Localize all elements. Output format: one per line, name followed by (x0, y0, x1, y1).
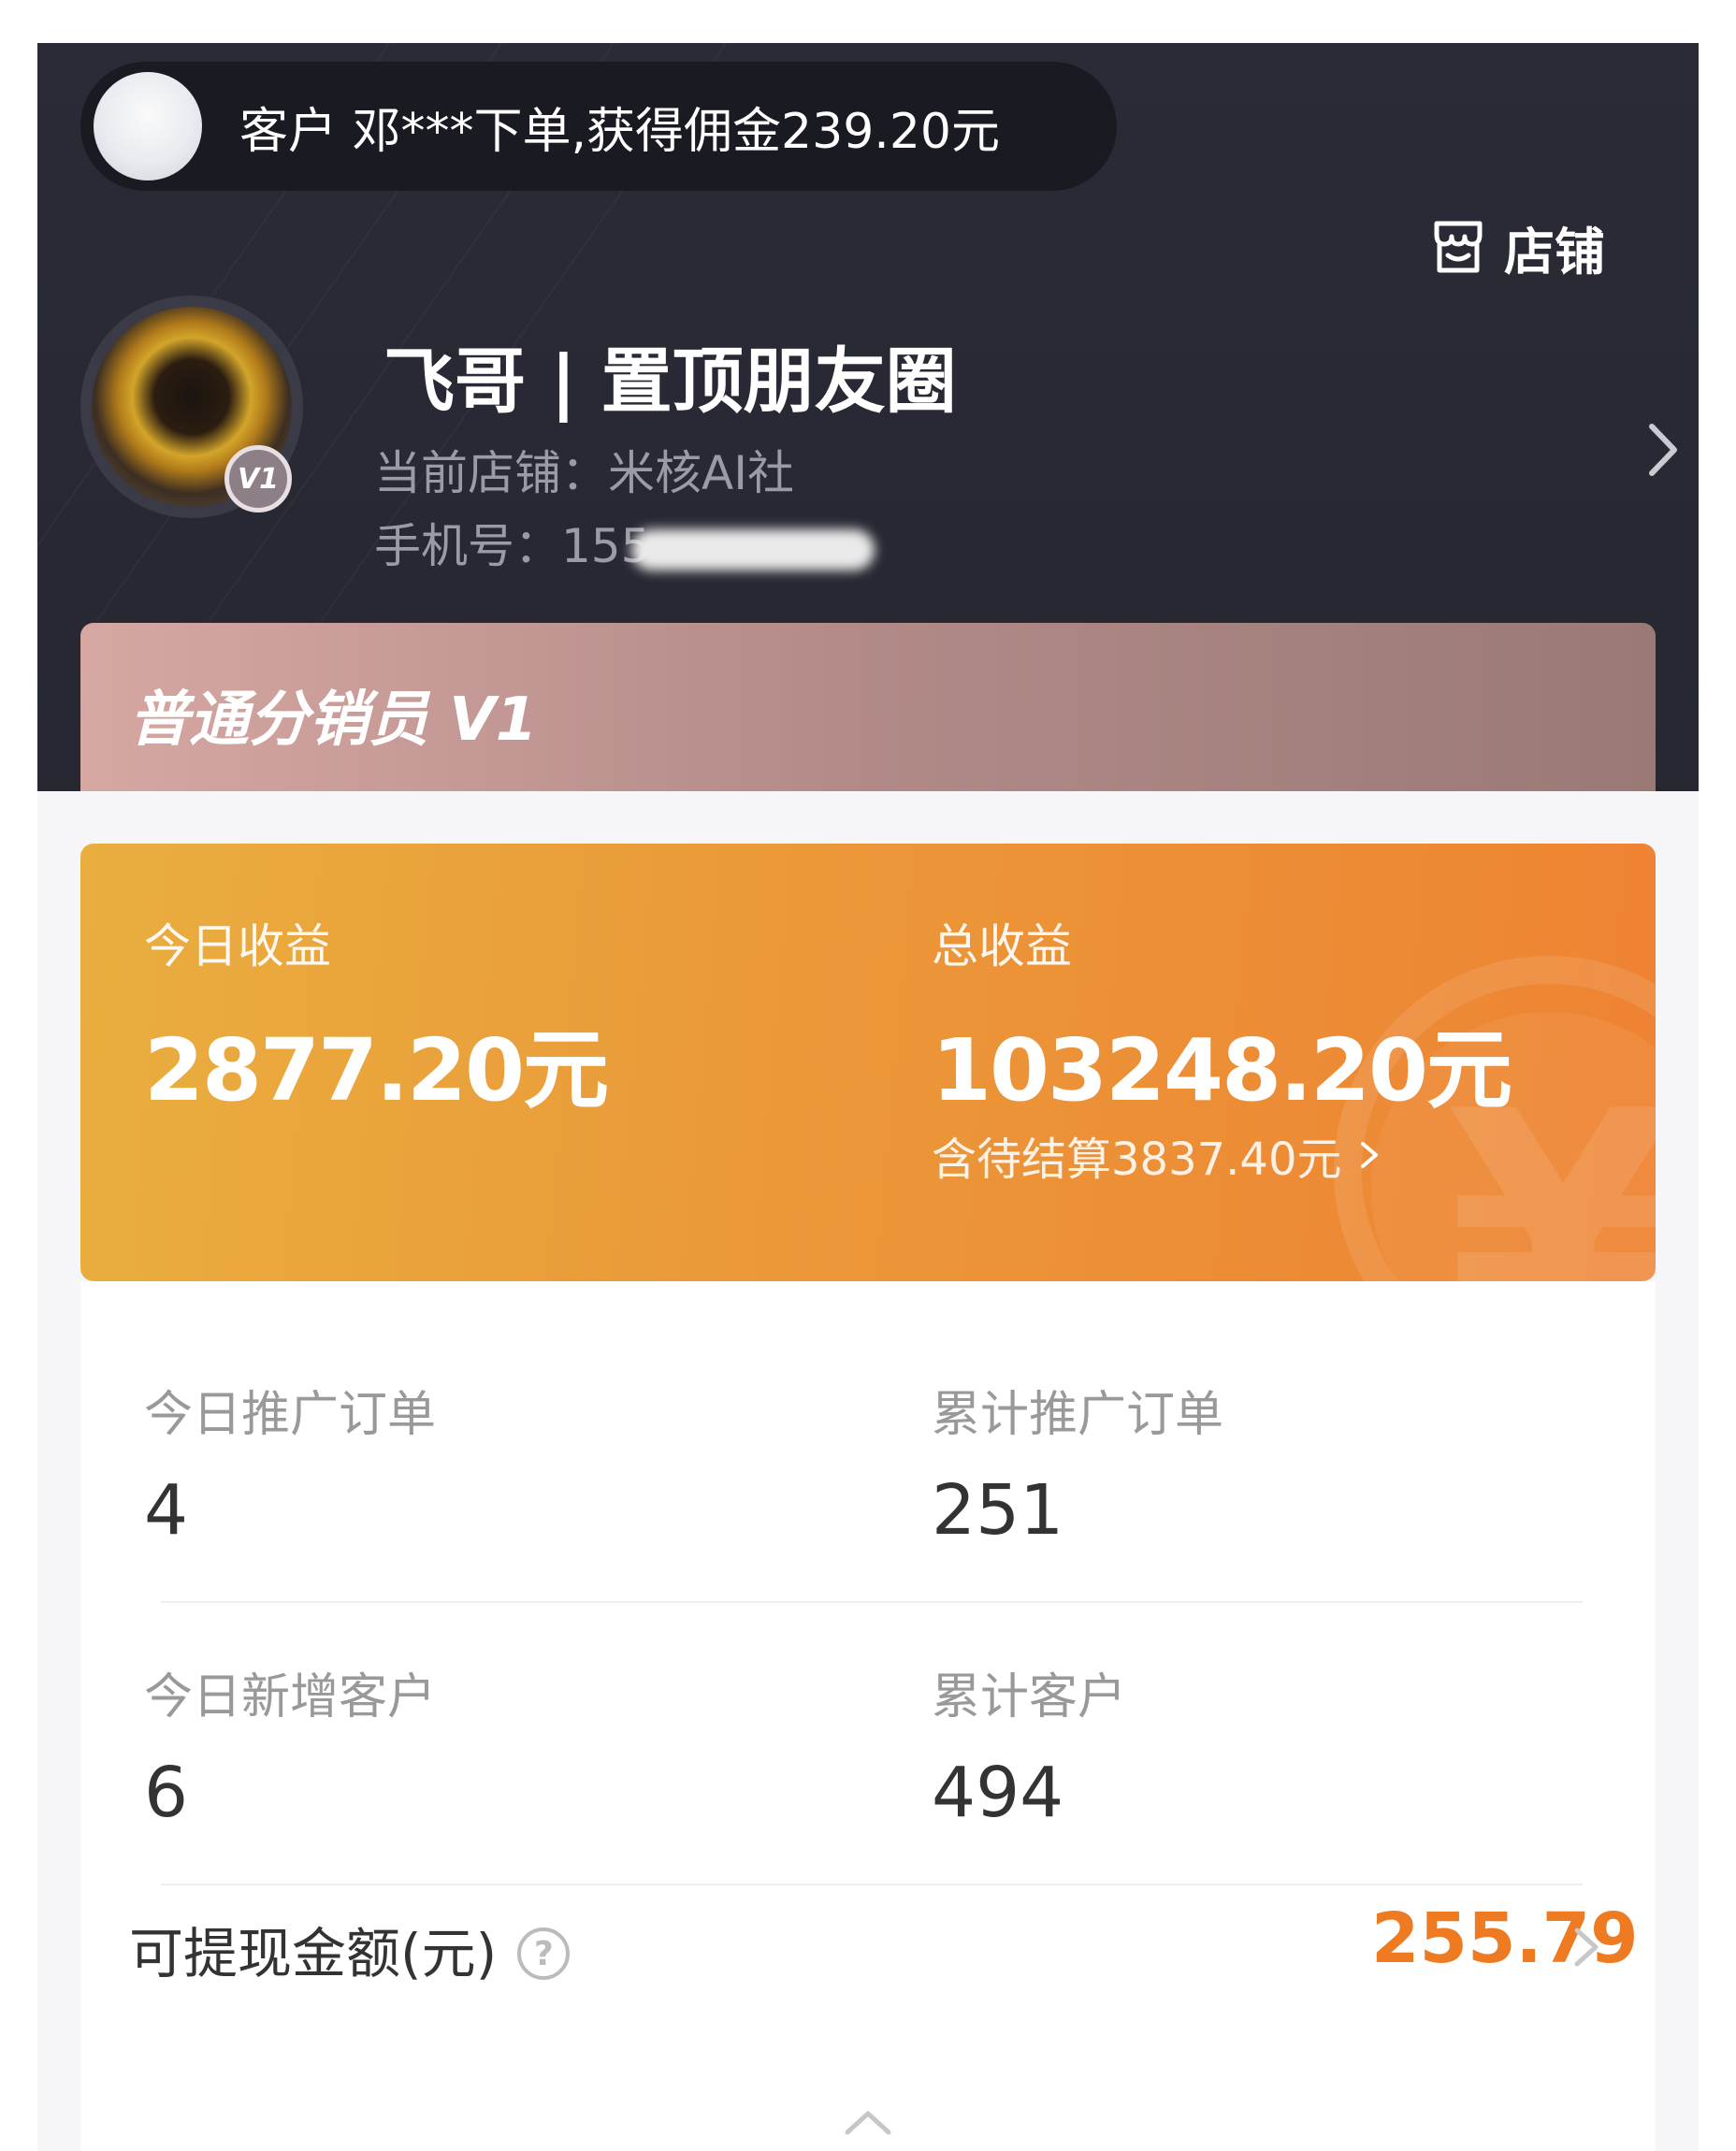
store-icon (1431, 218, 1485, 276)
help-icon[interactable]: ? (517, 1927, 571, 1980)
chevron-right-icon[interactable] (1641, 417, 1687, 483)
profile-section[interactable]: V1 飞哥 | 置顶朋友圈 当前店铺：米核AI社 手机号：155 (80, 296, 1677, 576)
phone-label: 手机号： (374, 519, 561, 573)
total-earnings-label: 总收益 (932, 919, 1072, 974)
today-customers-value: 6 (144, 1753, 189, 1833)
chevron-right-icon[interactable] (1570, 1919, 1603, 1975)
store-label: 店铺 (1504, 222, 1605, 282)
pending-settlement-text: 含待结算3837.40元 (932, 1133, 1342, 1186)
divider (161, 1884, 1583, 1885)
today-customers-label: 今日新增客户 (144, 1669, 437, 1725)
chevron-right-icon (1355, 1134, 1383, 1176)
order-notice-text: 客户 邓***下单,获得佣金239.20元 (239, 103, 1001, 160)
chevron-up-icon[interactable] (840, 2104, 896, 2142)
current-shop: 当前店铺：米核AI社 (374, 446, 794, 500)
today-orders-value: 4 (144, 1470, 189, 1551)
store-button[interactable]: 店铺 (1431, 209, 1605, 284)
today-earnings-label: 今日收益 (144, 919, 331, 974)
stats-panel: 今日推广订单 4 累计推广订单 251 今日新增客户 6 累计客户 494 可提… (80, 1281, 1656, 2151)
pending-settlement-link[interactable]: 含待结算3837.40元 (932, 1122, 1383, 1188)
order-notice-banner[interactable]: 客户 邓***下单,获得佣金239.20元 (80, 62, 1117, 191)
profile-header: 客户 邓***下单,获得佣金239.20元 店铺 V1 飞哥 | 置顶朋友圈 当… (37, 43, 1699, 791)
total-orders-label: 累计推广订单 (932, 1387, 1224, 1443)
today-earnings: 今日收益 2877.20元 (80, 844, 868, 1281)
withdrawable-amount-text: 可提现金额(元) (129, 1922, 498, 1985)
user-nickname: 飞哥 | 置顶朋友圈 (383, 339, 957, 423)
today-orders-label: 今日推广订单 (144, 1387, 437, 1443)
phone-redaction (631, 528, 875, 570)
total-earnings-value: 103248.20元 (932, 1020, 1512, 1120)
earnings-card: ¥ 今日收益 2877.20元 总收益 103248.20元 含待结算3837.… (80, 844, 1656, 1281)
withdrawable-amount-label: 可提现金额(元) ? (129, 1910, 571, 1988)
total-earnings: 总收益 103248.20元 含待结算3837.40元 (868, 844, 1656, 1281)
total-customers-value: 494 (932, 1753, 1064, 1833)
total-customers-label: 累计客户 (932, 1669, 1127, 1725)
level-badge: V1 (224, 445, 292, 512)
total-orders-value: 251 (932, 1470, 1064, 1551)
divider (161, 1601, 1583, 1603)
level-title: 普通分销员 V1 (129, 686, 538, 755)
phone-number: 手机号：155 (374, 509, 875, 576)
customer-avatar (94, 72, 202, 180)
level-card[interactable]: 普通分销员 V1 (80, 623, 1656, 791)
app-screen: 客户 邓***下单,获得佣金239.20元 店铺 V1 飞哥 | 置顶朋友圈 当… (37, 43, 1699, 2151)
today-earnings-value: 2877.20元 (144, 1020, 609, 1120)
